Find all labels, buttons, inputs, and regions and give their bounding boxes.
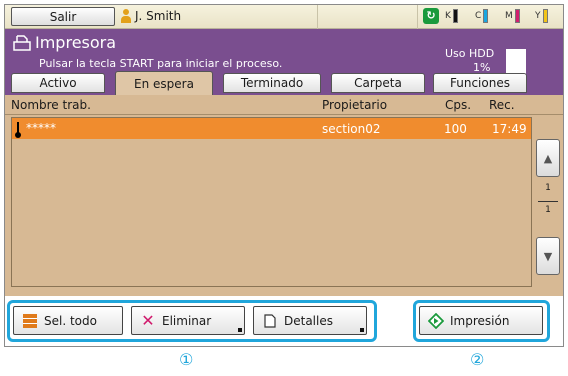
details-label: Detalles [284,313,333,328]
select-all-label: Sel. todo [44,313,97,328]
action-toolbar: Sel. todo ✕ Eliminar Detalles Impresión [5,296,563,346]
user-icon [121,9,131,23]
job-list-panel: Nombre trab. Propietario Cps. Rec. *****… [5,95,563,296]
column-received[interactable]: Rec. [489,98,515,112]
tab-terminado[interactable]: Terminado [223,73,321,93]
ink-bar-y-icon [542,9,548,23]
scroll-up-button[interactable]: ▲ [536,139,560,177]
tab-carpeta[interactable]: Carpeta [331,73,425,93]
hdd-usage-label: Uso HDD [445,47,495,60]
ink-bar-c-icon [483,9,489,23]
page-title: Impresora [35,33,117,52]
job-name: ***** [26,121,56,135]
eco-icon: ↻ [423,8,439,24]
ink-level-m: M [505,9,520,23]
job-owner: section02 [322,122,381,136]
start-diamond-icon [428,312,444,329]
callout-2: ② [470,350,485,369]
divider [417,5,418,29]
delete-x-icon: ✕ [141,311,155,330]
column-name[interactable]: Nombre trab. [11,98,91,112]
current-page: 1 [545,183,551,193]
delete-button[interactable]: ✕ Eliminar [131,306,245,335]
user-name: J. Smith [135,9,182,23]
tab-bar: Activo En espera Terminado Carpeta Funci… [5,67,563,97]
triangle-down-icon: ▼ [543,249,553,263]
ink-level-k: K [445,9,458,23]
tab-activo[interactable]: Activo [11,73,105,93]
total-pages: 1 [545,205,551,215]
triangle-up-icon: ▲ [543,151,553,165]
ink-level-c: C [475,9,489,23]
delete-label: Eliminar [162,313,212,328]
job-status-icon [15,122,21,138]
list-icon [22,313,38,329]
logout-button[interactable]: Salir [11,7,115,26]
page-divider [538,201,558,202]
document-icon [262,313,278,329]
printer-icon [13,35,31,51]
tab-en-espera[interactable]: En espera [115,71,213,95]
column-owner[interactable]: Propietario [322,98,387,112]
scroll-down-button[interactable]: ▼ [536,237,560,275]
submenu-indicator-icon [360,328,364,332]
table-row[interactable]: ***** section02 100 17:49 [12,118,531,139]
job-list: ***** section02 100 17:49 [11,117,532,287]
job-received: 17:49 [492,122,527,136]
column-copies[interactable]: Cps. [445,98,471,112]
divider [317,5,318,29]
details-button[interactable]: Detalles [253,306,367,335]
callout-markers: ① ② [0,348,568,374]
printer-panel: Salir J. Smith ↻ K C M Y Impresora Pulsa… [4,4,564,347]
callout-1: ① [179,350,194,369]
tab-funciones[interactable]: Funciones [433,73,527,93]
ink-level-y: Y [535,9,548,23]
ink-bar-k-icon [452,9,458,23]
print-label: Impresión [450,313,510,328]
list-scrollbar: ▲ 1 1 ▼ [536,117,560,287]
submenu-indicator-icon [238,328,242,332]
print-button[interactable]: Impresión [419,306,543,335]
job-copies: 100 [444,122,467,136]
column-headers: Nombre trab. Propietario Cps. Rec. [5,95,563,115]
ink-bar-m-icon [514,9,520,23]
select-all-button[interactable]: Sel. todo [13,306,123,335]
user-info: J. Smith [121,9,181,23]
status-bar: Salir J. Smith ↻ K C M Y [5,5,563,29]
